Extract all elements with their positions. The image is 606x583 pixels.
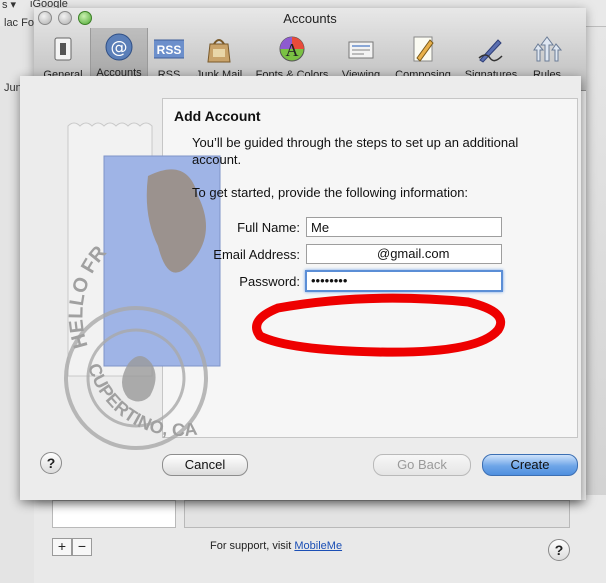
font-colors-icon: A	[277, 34, 307, 64]
window-title: Accounts	[283, 11, 337, 26]
sidebar-item-mac[interactable]: lac Fo	[4, 17, 34, 29]
svg-text:RSS: RSS	[157, 43, 182, 57]
background-help-button[interactable]: ?	[548, 539, 570, 561]
mobileme-link[interactable]: MobileMe	[294, 540, 342, 552]
password-label: Password:	[239, 274, 300, 289]
pencil-icon	[408, 34, 438, 64]
sheet-help-button[interactable]: ?	[40, 452, 62, 474]
accounts-list[interactable]	[52, 500, 176, 528]
light-switch-icon	[48, 34, 78, 64]
email-address-label: Email Address:	[213, 247, 300, 262]
red-scribble-annotation	[252, 293, 506, 357]
rss-icon: RSS	[151, 34, 187, 64]
prompt-text: To get started, provide the following in…	[192, 185, 469, 200]
account-details-area	[184, 500, 570, 528]
intro-text: You’ll be guided through the steps to se…	[192, 135, 519, 167]
support-text: For support, visit MobileMe	[210, 540, 343, 552]
email-address-field[interactable]: @gmail.com	[306, 244, 502, 264]
signature-pen-icon	[476, 34, 506, 64]
remove-account-button[interactable]: −	[72, 538, 92, 556]
viewing-icon	[346, 34, 376, 64]
add-account-button[interactable]: +	[52, 538, 72, 556]
add-account-sheet: HELLO FR CUPERTINO, CA Add Account You’l…	[20, 76, 581, 500]
cancel-button[interactable]: Cancel	[162, 454, 248, 476]
bookmarks-dropdown[interactable]: s ▾	[2, 0, 16, 11]
svg-text:A: A	[286, 40, 299, 60]
rules-arrows-icon	[532, 34, 563, 64]
full-name-field[interactable]	[306, 217, 502, 237]
go-back-button[interactable]: Go Back	[373, 454, 471, 476]
create-button[interactable]: Create	[482, 454, 578, 476]
sheet-title: Add Account	[174, 108, 261, 124]
junk-bag-icon	[204, 34, 234, 64]
svg-text:@: @	[111, 38, 128, 58]
full-name-label: Full Name:	[237, 220, 300, 235]
password-field[interactable]: ••••••••	[305, 270, 503, 292]
at-sign-icon: @	[104, 32, 134, 62]
